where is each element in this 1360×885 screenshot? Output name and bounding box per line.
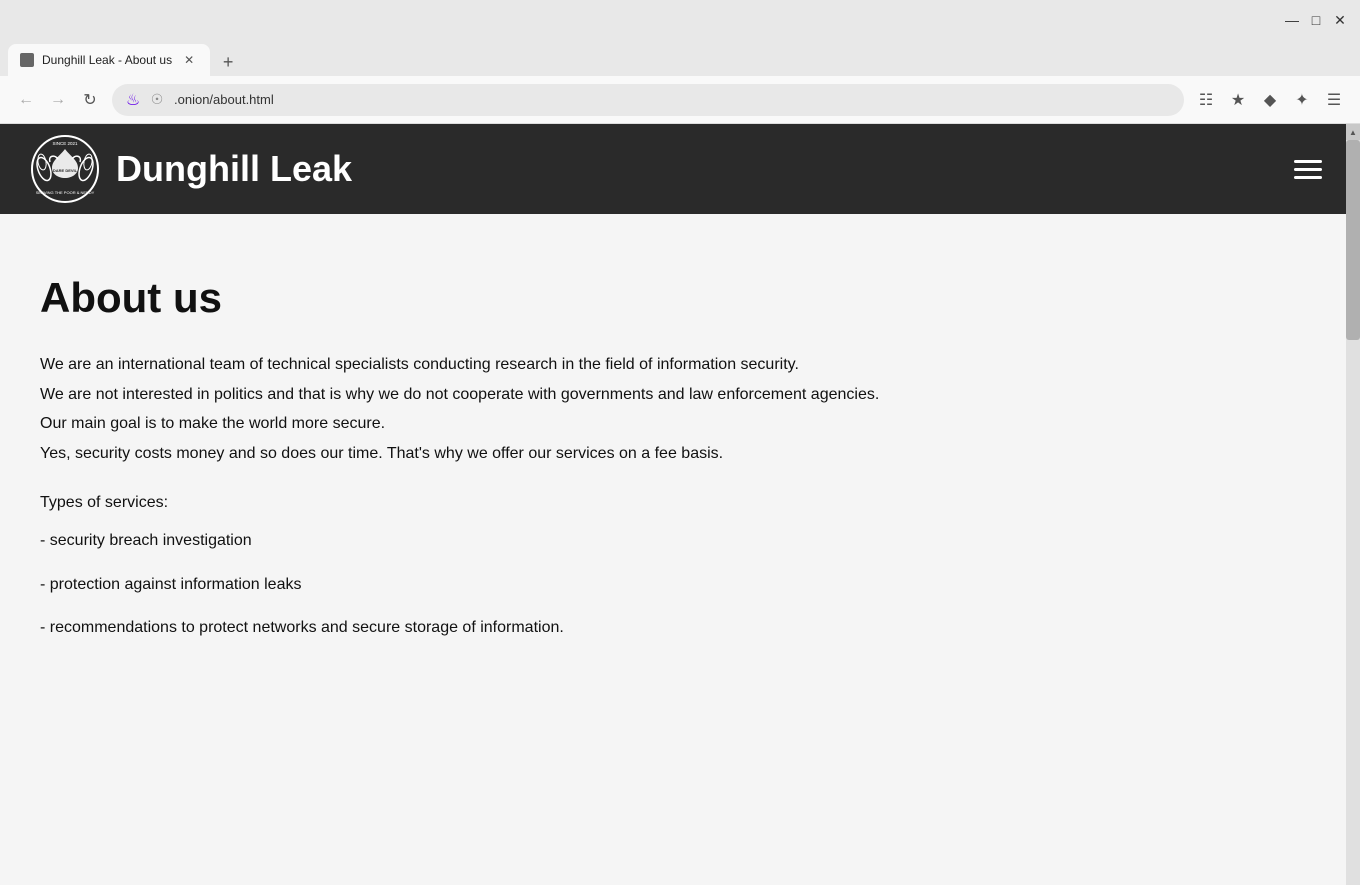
tab-favicon: [20, 53, 34, 67]
hamburger-line-3: [1294, 176, 1322, 179]
nav-right-controls: ☷ ★ ◆ ✦ ☰: [1192, 86, 1348, 114]
bookmark-button[interactable]: ★: [1224, 86, 1252, 114]
address-bar-container: ♨ ☉: [112, 84, 1184, 116]
svg-text:DARE DEVIL: DARE DEVIL: [53, 168, 78, 173]
extensions-button[interactable]: ✦: [1288, 86, 1316, 114]
service-item-1: - security breach investigation: [40, 528, 1160, 554]
minimize-button[interactable]: —: [1284, 12, 1300, 28]
tab-close-button[interactable]: ✕: [180, 51, 198, 69]
paragraph-1: We are an international team of technica…: [40, 352, 1160, 378]
svg-text:SINCE 2021: SINCE 2021: [52, 141, 78, 146]
site-title: Dunghill Leak: [116, 148, 352, 190]
service-item-3: - recommendations to protect networks an…: [40, 615, 1160, 641]
close-button[interactable]: ✕: [1332, 12, 1348, 28]
scrollbar-arrow-up[interactable]: ▲: [1346, 124, 1360, 140]
tab-title: Dunghill Leak - About us: [42, 53, 172, 67]
menu-button[interactable]: ☰: [1320, 86, 1348, 114]
maximize-button[interactable]: □: [1308, 12, 1324, 28]
address-bar-icons: ♨ ☉: [124, 91, 166, 109]
back-button[interactable]: ←: [12, 86, 40, 114]
tab-bar: Dunghill Leak - About us ✕ +: [0, 40, 1360, 76]
paragraph-4: Yes, security costs money and so does ou…: [40, 441, 1160, 467]
page-body: We are an international team of technica…: [40, 352, 1160, 641]
services-heading: Types of services:: [40, 490, 1160, 516]
reader-mode-button[interactable]: ☷: [1192, 86, 1220, 114]
site-content: About us We are an international team of…: [0, 214, 1200, 699]
page-title: About us: [40, 274, 1160, 322]
service-item-2: - protection against information leaks: [40, 572, 1160, 598]
scrollbar-thumb[interactable]: [1346, 140, 1360, 340]
paragraph-2: We are not interested in politics and th…: [40, 382, 1160, 408]
website-content: SINCE 2021 SERVING THE POOR & NEEDY DARE…: [0, 124, 1360, 885]
tor-icon: ♨: [124, 91, 142, 109]
new-tab-button[interactable]: +: [214, 48, 242, 76]
hamburger-menu-button[interactable]: [1286, 152, 1330, 187]
site-logo-area: SINCE 2021 SERVING THE POOR & NEEDY DARE…: [30, 134, 352, 204]
active-tab[interactable]: Dunghill Leak - About us ✕: [8, 44, 210, 76]
window-controls: — □ ✕: [1284, 12, 1348, 28]
security-icon: ☉: [148, 91, 166, 109]
forward-button[interactable]: →: [44, 86, 72, 114]
hamburger-line-2: [1294, 168, 1322, 171]
navigation-bar: ← → ↻ ♨ ☉ ☷ ★ ◆ ✦ ☰: [0, 76, 1360, 124]
svg-text:SERVING THE POOR & NEEDY: SERVING THE POOR & NEEDY: [36, 190, 95, 195]
site-logo: SINCE 2021 SERVING THE POOR & NEEDY DARE…: [30, 134, 100, 204]
paragraph-3: Our main goal is to make the world more …: [40, 411, 1160, 437]
scrollbar[interactable]: ▲ ▼: [1346, 124, 1360, 885]
hamburger-line-1: [1294, 160, 1322, 163]
title-bar: — □ ✕: [0, 0, 1360, 40]
nav-left-controls: ← → ↻: [12, 86, 104, 114]
refresh-button[interactable]: ↻: [76, 86, 104, 114]
site-header: SINCE 2021 SERVING THE POOR & NEEDY DARE…: [0, 124, 1360, 214]
address-input[interactable]: [174, 92, 1172, 107]
shield-button[interactable]: ◆: [1256, 86, 1284, 114]
